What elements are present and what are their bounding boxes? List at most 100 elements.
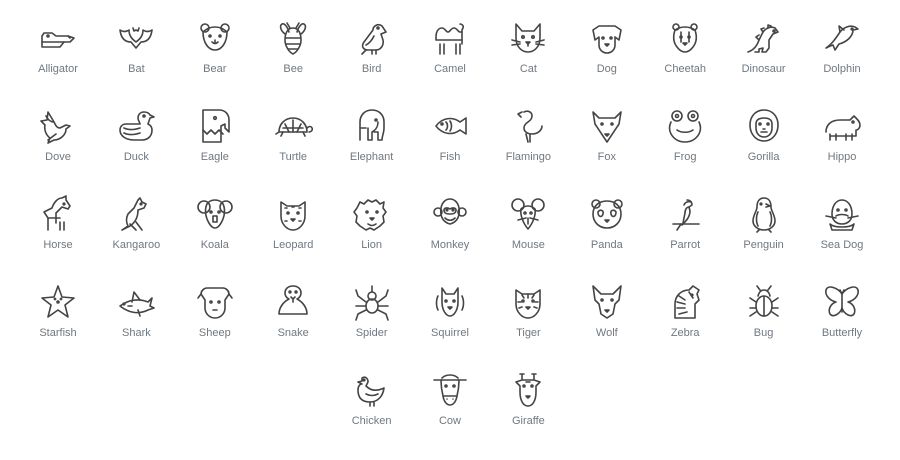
- animal-label: Cheetah: [664, 63, 706, 75]
- animal-tile-gorilla[interactable]: Gorilla: [725, 106, 803, 168]
- animal-tile-bug[interactable]: Bug: [725, 282, 803, 344]
- bug-icon: [744, 282, 784, 322]
- animal-tile-mouse[interactable]: Mouse: [489, 194, 567, 256]
- lion-icon: [352, 194, 392, 234]
- animal-tile-duck[interactable]: Duck: [97, 106, 175, 168]
- sheep-icon: [195, 282, 235, 322]
- animal-label: Penguin: [743, 239, 784, 251]
- animal-label: Starfish: [39, 327, 77, 339]
- animal-tile-fish[interactable]: Fish: [411, 106, 489, 168]
- animal-tile-squirrel[interactable]: Squirrel: [411, 282, 489, 344]
- animal-tile-cat[interactable]: Cat: [489, 18, 567, 80]
- sea-dog-icon: [822, 194, 862, 234]
- shark-icon: [116, 282, 156, 322]
- animal-tile-parrot[interactable]: Parrot: [646, 194, 724, 256]
- butterfly-icon: [822, 282, 862, 322]
- turtle-icon: [273, 106, 314, 146]
- animal-tile-elephant[interactable]: Elephant: [333, 106, 411, 168]
- animal-tile-koala[interactable]: Koala: [176, 194, 254, 256]
- animal-label: Zebra: [670, 327, 700, 339]
- animal-tile-bear[interactable]: Bear: [176, 18, 254, 80]
- animal-label: Flamingo: [505, 151, 552, 163]
- animal-tile-fox[interactable]: Fox: [568, 106, 646, 168]
- animal-label: Turtle: [279, 151, 308, 163]
- animal-tile-butterfly[interactable]: Butterfly: [803, 282, 881, 344]
- bee-icon: [273, 18, 313, 58]
- animal-label: Cow: [438, 415, 461, 427]
- animal-tile-bee[interactable]: Bee: [254, 18, 332, 80]
- animal-label: Koala: [200, 239, 229, 251]
- animal-tile-alligator[interactable]: Alligator: [19, 18, 97, 80]
- animal-tile-lion[interactable]: Lion: [333, 194, 411, 256]
- animal-label: Shark: [122, 327, 151, 339]
- koala-icon: [195, 194, 235, 234]
- animal-label: Lion: [361, 239, 382, 251]
- animal-label: Duck: [123, 151, 149, 163]
- duck-icon: [116, 106, 156, 146]
- animal-tile-chicken[interactable]: Chicken: [333, 370, 411, 432]
- animal-tile-tiger[interactable]: Tiger: [489, 282, 567, 344]
- animal-tile-bird[interactable]: Bird: [333, 18, 411, 80]
- animal-label: Cat: [519, 63, 537, 75]
- dinosaur-icon: [744, 18, 784, 58]
- animal-label: Butterfly: [821, 327, 863, 339]
- animal-tile-bat[interactable]: Bat: [97, 18, 175, 80]
- animal-tile-shark[interactable]: Shark: [97, 282, 175, 344]
- animal-label: Giraffe: [511, 415, 545, 427]
- animal-tile-wolf[interactable]: Wolf: [568, 282, 646, 344]
- monkey-icon: [430, 194, 470, 234]
- animal-icon-grid: Alligator Bat Bear Bee Bird Camel Cat Dog Cheeta…: [0, 0, 900, 460]
- cow-icon: [430, 370, 470, 410]
- dolphin-icon: [822, 18, 862, 58]
- animal-tile-leopard[interactable]: Leopard: [254, 194, 332, 256]
- animal-tile-hippo[interactable]: Hippo: [803, 106, 881, 168]
- animal-tile-cow[interactable]: Cow: [411, 370, 489, 432]
- fish-icon: [430, 106, 470, 146]
- bat-icon: [116, 18, 156, 58]
- spider-icon: [352, 282, 392, 322]
- animal-label: Dog: [596, 63, 617, 75]
- frog-icon: [665, 106, 705, 146]
- wolf-icon: [587, 282, 627, 322]
- panda-icon: [587, 194, 627, 234]
- animal-tile-panda[interactable]: Panda: [568, 194, 646, 256]
- animal-tile-horse[interactable]: Horse: [19, 194, 97, 256]
- animal-tile-dove[interactable]: Dove: [19, 106, 97, 168]
- leopard-icon: [273, 194, 313, 234]
- animal-label: Tiger: [516, 327, 541, 339]
- animal-label: Bee: [283, 63, 303, 75]
- animal-tile-sheep[interactable]: Sheep: [176, 282, 254, 344]
- animal-tile-monkey[interactable]: Monkey: [411, 194, 489, 256]
- eagle-icon: [195, 106, 235, 146]
- animal-label: Alligator: [38, 63, 78, 75]
- alligator-icon: [38, 18, 78, 58]
- cheetah-icon: [665, 18, 705, 58]
- animal-tile-sea-dog[interactable]: Sea Dog: [803, 194, 881, 256]
- flamingo-icon: [508, 106, 548, 146]
- animal-tile-frog[interactable]: Frog: [646, 106, 724, 168]
- animal-tile-turtle[interactable]: Turtle: [254, 106, 332, 168]
- animal-tile-dog[interactable]: Dog: [568, 18, 646, 80]
- parrot-icon: [665, 194, 705, 234]
- animal-tile-dolphin[interactable]: Dolphin: [803, 18, 881, 80]
- animal-label: Bat: [128, 63, 145, 75]
- animal-label: Bear: [203, 63, 227, 75]
- animal-tile-spider[interactable]: Spider: [333, 282, 411, 344]
- animal-tile-flamingo[interactable]: Flamingo: [489, 106, 567, 168]
- animal-tile-cheetah[interactable]: Cheetah: [646, 18, 724, 80]
- animal-tile-starfish[interactable]: Starfish: [19, 282, 97, 344]
- animal-tile-kangaroo[interactable]: Kangaroo: [97, 194, 175, 256]
- animal-label: Sea Dog: [820, 239, 864, 251]
- horse-icon: [38, 194, 78, 234]
- animal-tile-snake[interactable]: Snake: [254, 282, 332, 344]
- animal-label: Dinosaur: [741, 63, 786, 75]
- animal-tile-giraffe[interactable]: Giraffe: [489, 370, 567, 432]
- animal-tile-dinosaur[interactable]: Dinosaur: [725, 18, 803, 80]
- animal-tile-penguin[interactable]: Penguin: [725, 194, 803, 256]
- chicken-icon: [352, 370, 392, 410]
- animal-tile-camel[interactable]: Camel: [411, 18, 489, 80]
- animal-tile-eagle[interactable]: Eagle: [176, 106, 254, 168]
- animal-tile-zebra[interactable]: Zebra: [646, 282, 724, 344]
- animal-label: Frog: [673, 151, 697, 163]
- animal-label: Monkey: [430, 239, 470, 251]
